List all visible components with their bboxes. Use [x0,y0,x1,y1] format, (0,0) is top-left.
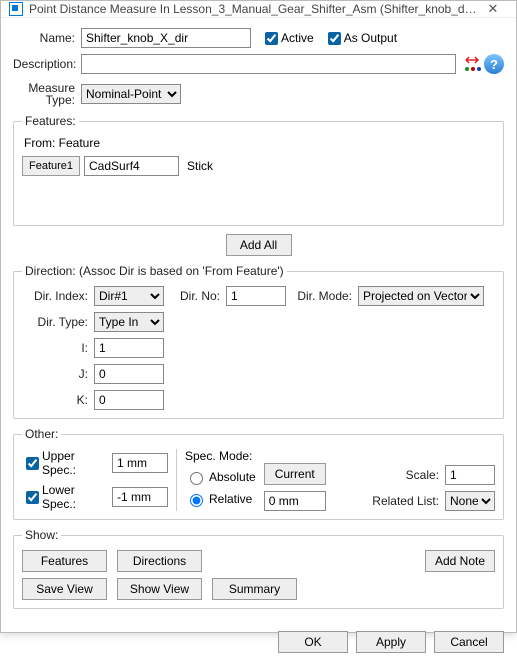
name-row: Name: Active As Output [13,28,504,48]
k-row: K: [22,390,495,410]
current-value-input[interactable] [264,491,326,511]
help-icon[interactable]: ? [484,54,504,74]
upper-spec-label: Upper Spec.: [42,449,112,477]
current-button[interactable]: Current [264,463,326,485]
absolute-radio-label: Absolute [209,470,256,484]
name-input[interactable] [81,28,251,48]
titlebar: Point Distance Measure In Lesson_3_Manua… [1,1,516,18]
feature1-button[interactable]: Feature1 [22,156,80,176]
save-view-button[interactable]: Save View [22,578,107,600]
from-feature-label: From: Feature [24,136,495,150]
features-group: Features: From: Feature Feature1 Stick [13,114,504,226]
dir-type-label: Dir. Type: [22,315,94,329]
dir-no-input[interactable] [226,286,286,306]
relative-radio-label: Relative [209,492,252,506]
upper-spec-checkbox[interactable]: Upper Spec.: [22,449,112,477]
description-input[interactable] [81,54,456,74]
show-view-button[interactable]: Show View [117,578,202,600]
lower-spec-input[interactable] [112,487,168,507]
dialog-buttons: OK Apply Cancel [1,625,516,663]
show-legend: Show: [22,528,61,542]
k-input[interactable] [94,390,164,410]
add-note-button[interactable]: Add Note [425,550,495,572]
arrows-icon[interactable] [462,54,482,74]
add-all-row: Add All [13,234,504,256]
scale-input[interactable] [445,465,495,485]
lower-spec-checkbox-input[interactable] [26,491,39,504]
other-legend: Other: [22,427,61,441]
direction-legend: Direction: (Assoc Dir is based on 'From … [22,264,287,278]
active-checkbox-label: Active [281,31,314,45]
i-row: I: [22,338,495,358]
feature-suffix-label: Stick [187,159,213,173]
lower-spec-checkbox[interactable]: Lower Spec.: [22,483,112,511]
name-label: Name: [13,31,81,45]
i-input[interactable] [94,338,164,358]
cancel-button[interactable]: Cancel [434,631,504,653]
dir-mode-select[interactable]: Projected on Vector [358,286,484,306]
j-row: J: [22,364,495,384]
absolute-radio[interactable]: Absolute [185,469,256,485]
dir-type-select[interactable]: Type In [94,312,164,332]
feature-row: Feature1 Stick [22,156,495,176]
as-output-checkbox[interactable]: As Output [324,29,397,48]
scale-label: Scale: [371,468,445,482]
j-label: J: [22,367,94,381]
active-checkbox-input[interactable] [265,32,278,45]
dialog-window: Point Distance Measure In Lesson_3_Manua… [0,0,517,633]
dialog-body: Name: Active As Output Description: ? Me… [1,18,516,625]
direction-group: Direction: (Assoc Dir is based on 'From … [13,264,504,419]
relative-radio-input[interactable] [190,494,203,507]
dir-index-select[interactable]: Dir#1 [94,286,164,306]
apply-button[interactable]: Apply [356,631,426,653]
as-output-checkbox-label: As Output [344,31,397,45]
i-label: I: [22,341,94,355]
related-list-select[interactable]: None [445,491,495,511]
add-all-button[interactable]: Add All [226,234,292,256]
features-legend: Features: [22,114,79,128]
lower-spec-label: Lower Spec.: [42,483,112,511]
relative-radio[interactable]: Relative [185,491,256,507]
ok-button[interactable]: OK [278,631,348,653]
show-group: Show: Features Directions Add Note Save … [13,528,504,609]
j-input[interactable] [94,364,164,384]
as-output-checkbox-input[interactable] [328,32,341,45]
app-icon [9,2,23,16]
directions-button[interactable]: Directions [117,550,202,572]
measure-type-label: Measure Type: [13,82,81,106]
related-list-label: Related List: [371,494,445,508]
upper-spec-checkbox-input[interactable] [26,457,39,470]
dir-mode-label: Dir. Mode: [286,289,358,303]
active-checkbox[interactable]: Active [261,29,314,48]
close-icon[interactable]: ✕ [478,1,508,17]
measure-type-row: Measure Type: Nominal-Point [13,82,504,106]
absolute-radio-input[interactable] [190,472,203,485]
feature1-input[interactable] [84,156,179,176]
other-group: Other: Upper Spec.: Lower Spec.: [13,427,504,520]
k-label: K: [22,393,94,407]
upper-spec-input[interactable] [112,453,168,473]
window-title: Point Distance Measure In Lesson_3_Manua… [29,2,478,16]
dir-no-label: Dir. No: [164,289,226,303]
measure-type-select[interactable]: Nominal-Point [81,84,181,104]
description-row: Description: ? [13,54,504,74]
spec-mode-label: Spec. Mode: [185,449,256,463]
dir-row-2: Dir. Type: Type In [22,312,495,332]
description-label: Description: [13,57,81,71]
features-button[interactable]: Features [22,550,107,572]
summary-button[interactable]: Summary [212,578,297,600]
dir-row-1: Dir. Index: Dir#1 Dir. No: Dir. Mode: Pr… [22,286,495,306]
dir-index-label: Dir. Index: [22,289,94,303]
